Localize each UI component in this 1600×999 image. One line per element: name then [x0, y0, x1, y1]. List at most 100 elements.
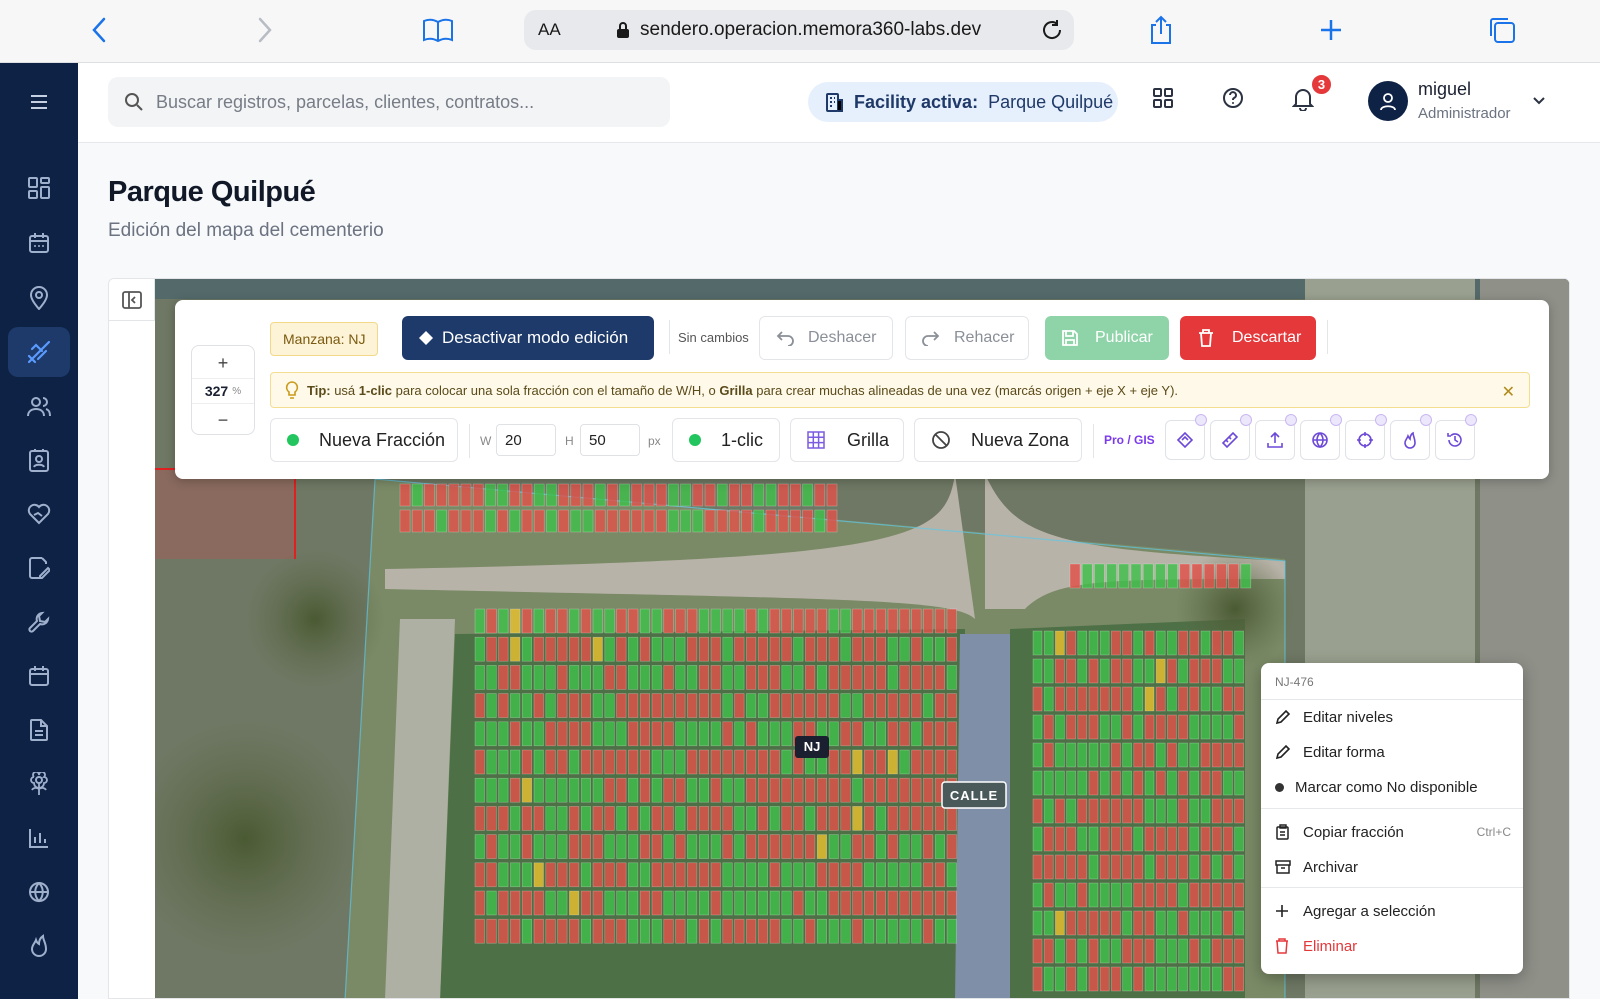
plot-fraction[interactable]	[946, 665, 957, 690]
plot-fraction[interactable]	[769, 749, 780, 775]
plot-fraction[interactable]	[840, 665, 851, 690]
plot-fraction[interactable]	[1133, 658, 1144, 684]
history-icon[interactable]	[1435, 414, 1477, 460]
plot-fraction[interactable]	[558, 483, 569, 507]
plot-fraction[interactable]	[852, 636, 863, 662]
plot-fraction[interactable]	[793, 862, 804, 888]
plot-fraction[interactable]	[604, 834, 615, 859]
plot-fraction[interactable]	[722, 608, 733, 634]
plot-fraction[interactable]	[1223, 770, 1233, 796]
plot-fraction[interactable]	[1178, 966, 1188, 992]
plot-fraction[interactable]	[639, 834, 651, 859]
plot-fraction[interactable]	[710, 693, 721, 718]
plot-fraction[interactable]	[899, 806, 910, 831]
flower-icon[interactable]	[8, 759, 70, 809]
plot-fraction[interactable]	[828, 665, 839, 690]
plot-fraction[interactable]	[805, 806, 816, 831]
plot-fraction[interactable]	[545, 721, 556, 747]
plot-fraction[interactable]	[616, 862, 627, 888]
plot-fraction[interactable]	[1234, 854, 1244, 880]
plot-fraction[interactable]	[521, 608, 533, 634]
new-tab-icon[interactable]	[1316, 10, 1346, 50]
plot-fraction[interactable]	[558, 509, 569, 533]
plot-fraction[interactable]	[746, 890, 757, 916]
plot-fraction[interactable]	[687, 806, 698, 831]
plot-fraction[interactable]	[1211, 910, 1222, 936]
plot-fraction[interactable]	[472, 483, 484, 507]
plot-fraction[interactable]	[521, 862, 533, 888]
plot-fraction[interactable]	[1200, 826, 1211, 852]
plot-fraction[interactable]	[1077, 966, 1088, 992]
plot-fraction[interactable]	[546, 483, 557, 507]
plot-fraction[interactable]	[1189, 854, 1200, 880]
plot-fraction[interactable]	[734, 665, 745, 690]
plot-fraction[interactable]	[1144, 882, 1155, 908]
plot-fraction[interactable]	[569, 665, 580, 690]
plot-fraction[interactable]	[1211, 854, 1222, 880]
plot-fraction[interactable]	[1077, 770, 1088, 796]
plot-fraction[interactable]	[911, 693, 922, 718]
plot-fraction[interactable]	[545, 665, 556, 690]
plot-fraction[interactable]	[639, 749, 651, 775]
plot-fraction[interactable]	[1234, 910, 1244, 936]
plot-fraction[interactable]	[631, 509, 643, 533]
plot-fraction[interactable]	[1122, 910, 1132, 936]
plot-fraction[interactable]	[675, 749, 686, 775]
plot-fraction[interactable]	[486, 862, 497, 888]
back-icon[interactable]	[84, 10, 114, 50]
plot-fraction[interactable]	[746, 862, 757, 888]
plot-fraction[interactable]	[828, 693, 839, 718]
plot-fraction[interactable]	[805, 918, 816, 944]
plot-fraction[interactable]	[521, 693, 533, 718]
plot-fraction[interactable]	[1066, 686, 1076, 712]
plot-fraction[interactable]	[1133, 938, 1144, 964]
plot-fraction[interactable]	[1200, 742, 1211, 768]
plot-fraction[interactable]	[486, 806, 497, 831]
plot-fraction[interactable]	[675, 834, 686, 859]
plot-fraction[interactable]	[486, 890, 497, 916]
plot-fraction[interactable]	[1211, 966, 1222, 992]
plot-fraction[interactable]	[639, 890, 651, 916]
plot-fraction[interactable]	[698, 749, 710, 775]
plot-fraction[interactable]	[1111, 966, 1121, 992]
schedule-icon[interactable]	[8, 651, 70, 701]
plot-fraction[interactable]	[1216, 563, 1227, 589]
plot-fraction[interactable]	[793, 608, 804, 634]
plot-fraction[interactable]	[1099, 854, 1110, 880]
plot-fraction[interactable]	[616, 890, 627, 916]
plot-fraction[interactable]	[510, 721, 521, 747]
plot-fraction[interactable]	[1032, 770, 1043, 796]
plot-fraction[interactable]	[769, 665, 780, 690]
plot-fraction[interactable]	[1077, 798, 1088, 824]
plot-fraction[interactable]	[651, 721, 662, 747]
plot-fraction[interactable]	[1200, 630, 1211, 656]
grid-button[interactable]: Grilla	[790, 418, 904, 462]
plot-fraction[interactable]	[655, 483, 667, 507]
plot-fraction[interactable]	[663, 834, 674, 859]
plot-fraction[interactable]	[805, 890, 816, 916]
plot-fraction[interactable]	[498, 749, 509, 775]
plot-fraction[interactable]	[1099, 882, 1110, 908]
plot-fraction[interactable]	[698, 608, 710, 634]
plot-fraction[interactable]	[816, 636, 828, 662]
plot-fraction[interactable]	[923, 693, 934, 718]
plot-fraction[interactable]	[498, 918, 509, 944]
plot-fraction[interactable]	[651, 862, 662, 888]
plot-fraction[interactable]	[923, 777, 934, 803]
plot-fraction[interactable]	[1088, 742, 1099, 768]
plot-fraction[interactable]	[946, 749, 957, 775]
plot-fraction[interactable]	[1179, 563, 1191, 589]
plot-fraction[interactable]	[781, 777, 792, 803]
plot-fraction[interactable]	[486, 777, 497, 803]
plot-fraction[interactable]	[1099, 770, 1110, 796]
plot-fraction[interactable]	[1055, 910, 1065, 936]
plot-fraction[interactable]	[781, 665, 792, 690]
plot-fraction[interactable]	[1155, 742, 1166, 768]
plot-fraction[interactable]	[663, 721, 674, 747]
plot-fraction[interactable]	[887, 862, 898, 888]
plot-fraction[interactable]	[1167, 630, 1177, 656]
plot-fraction[interactable]	[628, 749, 639, 775]
plot-fraction[interactable]	[546, 509, 557, 533]
plot-fraction[interactable]	[698, 862, 710, 888]
plot-fraction[interactable]	[722, 665, 733, 690]
